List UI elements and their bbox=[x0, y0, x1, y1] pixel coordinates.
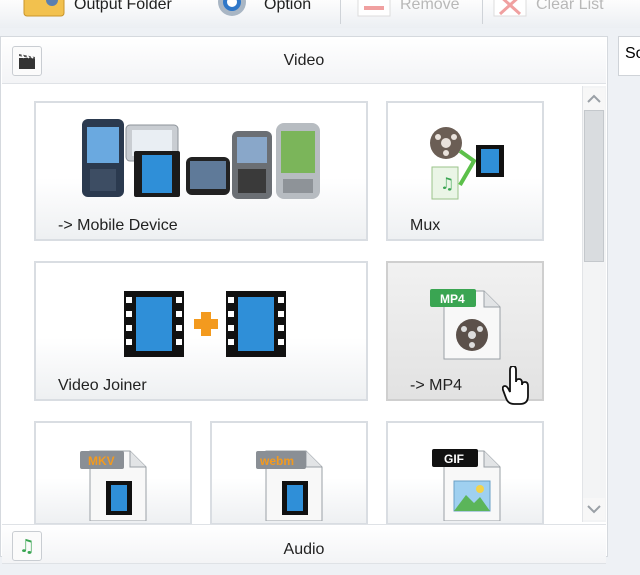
option-button[interactable]: Option bbox=[208, 0, 311, 18]
remove-icon bbox=[357, 0, 391, 17]
clear-list-button[interactable]: Clear List bbox=[492, 0, 604, 18]
toolbar-separator bbox=[482, 0, 483, 24]
webm-badge: webm bbox=[260, 454, 295, 468]
mobile-devices-icon bbox=[82, 119, 320, 199]
toolbar-separator bbox=[340, 0, 341, 24]
tile-webm[interactable]: webm bbox=[210, 421, 368, 525]
mkv-badge: MKV bbox=[88, 454, 115, 468]
mux-icon: ♫ bbox=[430, 127, 504, 200]
video-joiner-icon bbox=[124, 291, 286, 357]
mp4-badge: MP4 bbox=[440, 292, 465, 306]
clapperboard-icon bbox=[12, 46, 42, 76]
scroll-down-button[interactable] bbox=[583, 498, 605, 520]
chevron-down-icon bbox=[587, 505, 601, 514]
tile-label: Mux bbox=[410, 217, 441, 234]
audio-section-header[interactable]: ♫ Audio bbox=[2, 524, 606, 564]
chevron-up-icon bbox=[587, 94, 601, 103]
scroll-up-button[interactable] bbox=[583, 88, 605, 110]
video-section-title: Video bbox=[283, 52, 325, 69]
remove-button[interactable]: Remove bbox=[356, 0, 460, 18]
output-folder-button[interactable]: Output Folder bbox=[22, 0, 172, 18]
tile-video-joiner[interactable]: Video Joiner bbox=[34, 261, 368, 401]
toolbar: Output Folder Option Remove Clear List bbox=[0, 0, 640, 28]
gear-icon bbox=[218, 0, 246, 16]
clear-icon bbox=[493, 0, 527, 17]
tile-label: -> MP4 bbox=[410, 377, 463, 394]
tile-mkv[interactable]: MKV bbox=[34, 421, 192, 525]
scroll-thumb[interactable] bbox=[584, 110, 604, 262]
folder-icon bbox=[23, 0, 65, 17]
right-panel-header: So bbox=[618, 36, 640, 76]
tile-label: Video Joiner bbox=[58, 377, 147, 394]
audio-section-title: Audio bbox=[283, 541, 325, 558]
hand-cursor-icon bbox=[502, 366, 529, 405]
tile-label: -> Mobile Device bbox=[58, 217, 178, 234]
tile-mobile-device[interactable]: -> Mobile Device bbox=[34, 101, 368, 241]
tile-mux[interactable]: ♫ Mux bbox=[386, 101, 544, 241]
svg-text:♫: ♫ bbox=[440, 174, 454, 193]
tile-gif[interactable]: GIF bbox=[386, 421, 544, 525]
gif-badge: GIF bbox=[444, 452, 464, 466]
video-section-header[interactable]: Video bbox=[2, 38, 606, 84]
gif-file-icon bbox=[432, 449, 501, 521]
